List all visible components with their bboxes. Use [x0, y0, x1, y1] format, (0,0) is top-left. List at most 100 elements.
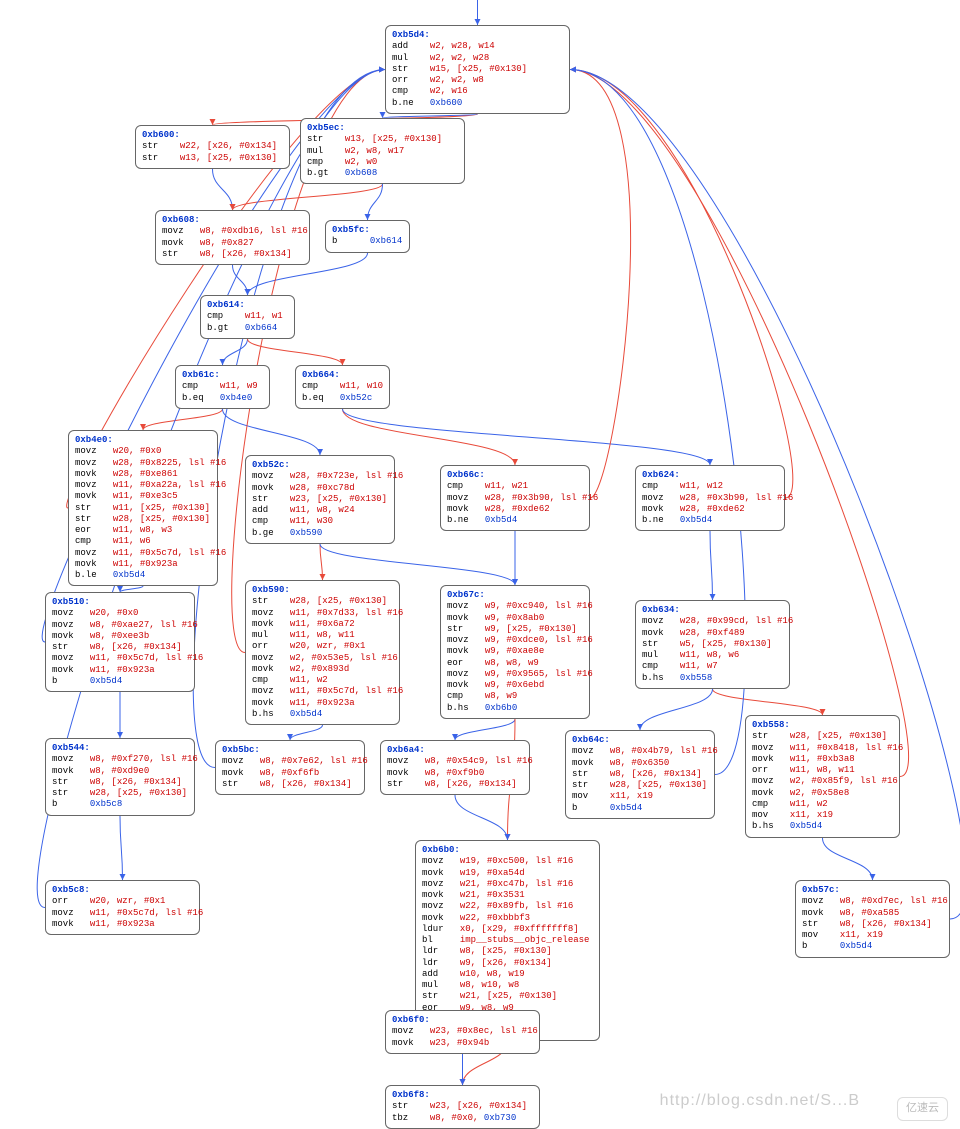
- mnemonic: ldr: [422, 946, 460, 956]
- bb-b558[interactable]: 0xb558: str w28, [x25, #0x130] movz w11,…: [745, 715, 900, 838]
- bb-b5c8[interactable]: 0xb5c8: orr w20, wzr, #0x1 movz w11, #0x…: [45, 880, 200, 935]
- operands: x11, x19: [790, 810, 833, 820]
- operands: w19, #0xc500, lsl #16: [460, 856, 573, 866]
- mnemonic: movz: [422, 901, 460, 911]
- mnemonic: movk: [52, 665, 90, 675]
- branch-target: 0xb5c8: [90, 799, 122, 809]
- operands: w8, #0xd9e0: [90, 766, 149, 776]
- operands: w8, #0xf6fb: [260, 768, 319, 778]
- operands: w11, #0x923a: [90, 919, 155, 929]
- branch-target: 0xb4e0: [220, 393, 252, 403]
- mnemonic: movz: [75, 446, 113, 456]
- bb-b634[interactable]: 0xb634: movz w28, #0x99cd, lsl #16 movk …: [635, 600, 790, 689]
- bb-b6f0[interactable]: 0xb6f0: movz w23, #0x8ec, lsl #16 movk w…: [385, 1010, 540, 1054]
- bb-b614[interactable]: 0xb614: cmp w11, w1 b.gt 0xb664: [200, 295, 295, 339]
- bb-b590[interactable]: 0xb590: str w28, [x25, #0x130] movz w11,…: [245, 580, 400, 725]
- operands: w28, [x25, #0x130]: [113, 514, 210, 524]
- mnemonic: movz: [447, 635, 485, 645]
- branch-target: 0xb558: [680, 673, 712, 683]
- mnemonic: str: [52, 777, 90, 787]
- mnemonic: movk: [447, 680, 485, 690]
- mnemonic: movz: [642, 493, 680, 503]
- mnemonic: movz: [162, 226, 200, 236]
- bb-b510[interactable]: 0xb510: movz w20, #0x0 movz w8, #0xae27,…: [45, 592, 195, 692]
- bb-b66c[interactable]: 0xb66c: cmp w11, w21 movz w28, #0x3b90, …: [440, 465, 590, 531]
- operands: w20, wzr, #0x1: [90, 896, 166, 906]
- mnemonic: movk: [802, 908, 840, 918]
- operands: w2, #0x893d: [290, 664, 349, 674]
- bb-addr: 0xb6f0:: [392, 1015, 430, 1025]
- bb-b52c[interactable]: 0xb52c: movz w28, #0x723e, lsl #16 movk …: [245, 455, 395, 544]
- operands: w11, w6: [113, 536, 151, 546]
- mnemonic: movk: [162, 238, 200, 248]
- operands: w11, #0xa22a, lsl #16: [113, 480, 226, 490]
- operands: w2, w28, w14: [430, 41, 495, 51]
- operands: w28, #0xe861: [113, 469, 178, 479]
- branch-target: 0xb5d4: [290, 709, 322, 719]
- cfg-edge: [213, 169, 233, 210]
- operands: w11, w9: [220, 381, 258, 391]
- bb-b624[interactable]: 0xb624: cmp w11, w12 movz w28, #0x3b90, …: [635, 465, 785, 531]
- operands: w28, #0xde62: [680, 504, 745, 514]
- mnemonic: cmp: [307, 157, 345, 167]
- bb-b67c[interactable]: 0xb67c: movz w9, #0xc940, lsl #16 movk w…: [440, 585, 590, 719]
- bb-addr: 0xb67c:: [447, 590, 485, 600]
- operands: w8, #0x0,: [430, 1113, 479, 1123]
- operands: w20, #0x0: [90, 608, 139, 618]
- operands: x11, x19: [840, 930, 883, 940]
- cfg-edge: [713, 689, 823, 715]
- operands: w8, [x26, #0x134]: [260, 779, 352, 789]
- cfg-edge: [233, 265, 248, 295]
- bb-b5bc[interactable]: 0xb5bc: movz w8, #0x7e62, lsl #16 movk w…: [215, 740, 365, 795]
- bb-b64c[interactable]: 0xb64c: movz w8, #0x4b79, lsl #16 movk w…: [565, 730, 715, 819]
- mnemonic: str: [642, 639, 680, 649]
- mnemonic: movk: [752, 754, 790, 764]
- bb-b608[interactable]: 0xb608: movz w8, #0xdb16, lsl #16 movk w…: [155, 210, 310, 265]
- bb-b57c[interactable]: 0xb57c: movz w8, #0xd7ec, lsl #16 movk w…: [795, 880, 950, 958]
- mnemonic: b.ne: [447, 515, 485, 525]
- bb-b4e0[interactable]: 0xb4e0: movz w20, #0x0 movz w28, #0x8225…: [68, 430, 218, 586]
- bb-b664[interactable]: 0xb664: cmp w11, w10 b.eq 0xb52c: [295, 365, 390, 409]
- cfg-edge: [570, 70, 631, 499]
- operands: w28, #0x723e, lsl #16: [290, 471, 403, 481]
- mnemonic: b: [572, 803, 610, 813]
- bb-b5ec[interactable]: 0xb5ec: str w13, [x25, #0x130] mul w2, w…: [300, 118, 465, 184]
- operands: w2, #0x58e8: [790, 788, 849, 798]
- operands: w28, [x25, #0x130]: [790, 731, 887, 741]
- operands: w8, #0xd7ec, lsl #16: [840, 896, 948, 906]
- bb-addr: 0xb61c:: [182, 370, 220, 380]
- operands: w11, w8, w11: [790, 765, 855, 775]
- operands: w28, #0x8225, lsl #16: [113, 458, 226, 468]
- mnemonic: str: [142, 153, 180, 163]
- mnemonic: cmp: [252, 675, 290, 685]
- mnemonic: b.hs: [752, 821, 790, 831]
- bb-addr: 0xb5d4:: [392, 30, 430, 40]
- bb-b5d4[interactable]: 0xb5d4: add w2, w28, w14 mul w2, w2, w28…: [385, 25, 570, 114]
- watermark-url: http://blog.csdn.net/S...B: [660, 1091, 860, 1111]
- operands: w11, #0x923a: [90, 665, 155, 675]
- bb-b5fc[interactable]: 0xb5fc: b 0xb614: [325, 220, 410, 253]
- operands: w8, #0xf270, lsl #16: [90, 754, 198, 764]
- bb-b6a4[interactable]: 0xb6a4: movz w8, #0x54c9, lsl #16 movk w…: [380, 740, 530, 795]
- operands: w11, w1: [245, 311, 283, 321]
- bb-addr: 0xb608:: [162, 215, 200, 225]
- bb-b61c[interactable]: 0xb61c: cmp w11, w9 b.eq 0xb4e0: [175, 365, 270, 409]
- mnemonic: movz: [252, 686, 290, 696]
- bb-b6f8[interactable]: 0xb6f8: str w23, [x26, #0x134] tbz w8, #…: [385, 1085, 540, 1129]
- mnemonic: str: [802, 919, 840, 929]
- operands: w11, #0x5c7d, lsl #16: [90, 653, 203, 663]
- bb-b544[interactable]: 0xb544: movz w8, #0xf270, lsl #16 movk w…: [45, 738, 195, 816]
- operands: w8, #0x827: [200, 238, 254, 248]
- mnemonic: orr: [752, 765, 790, 775]
- bb-b600[interactable]: 0xb600: str w22, [x26, #0x134] str w13, …: [135, 125, 290, 169]
- operands: w2, #0x53e5, lsl #16: [290, 653, 398, 663]
- operands: w22, #0xbbbf3: [460, 913, 530, 923]
- mnemonic: str: [752, 731, 790, 741]
- branch-target: 0xb52c: [340, 393, 372, 403]
- mnemonic: movk: [75, 559, 113, 569]
- operands: w5, [x25, #0x130]: [680, 639, 772, 649]
- mnemonic: movz: [252, 653, 290, 663]
- mnemonic: bl: [422, 935, 460, 945]
- mnemonic: str: [392, 64, 430, 74]
- mnemonic: str: [307, 134, 345, 144]
